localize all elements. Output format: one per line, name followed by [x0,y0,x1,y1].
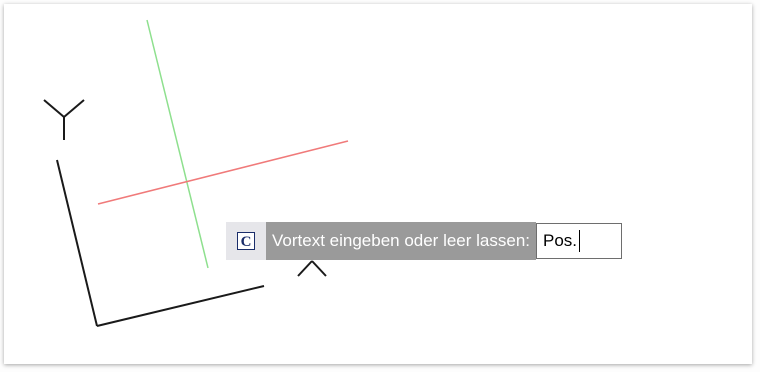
dynamic-input-value: Pos. [543,231,578,250]
text-caret [579,230,581,252]
dynamic-input-field[interactable]: Pos. [536,223,623,259]
dynamic-input-prompt: C Vortext eingeben oder leer lassen: Pos… [226,222,623,260]
ucs-x-axis-line [96,285,265,327]
window-frame: C Vortext eingeben oder leer lassen: Pos… [0,0,760,372]
crosshair-y-line [146,19,209,269]
ucs-y-axis-line [56,159,98,327]
crosshair-x-line [97,140,349,205]
drawing-overlay [43,19,349,327]
ucs-x-arrow-glyph [297,260,327,277]
prompt-label: Vortext eingeben oder leer lassen: [266,222,537,260]
ucs-y-label-glyph [43,99,85,140]
command-icon-container: C [226,222,266,260]
command-icon: C [237,232,255,250]
